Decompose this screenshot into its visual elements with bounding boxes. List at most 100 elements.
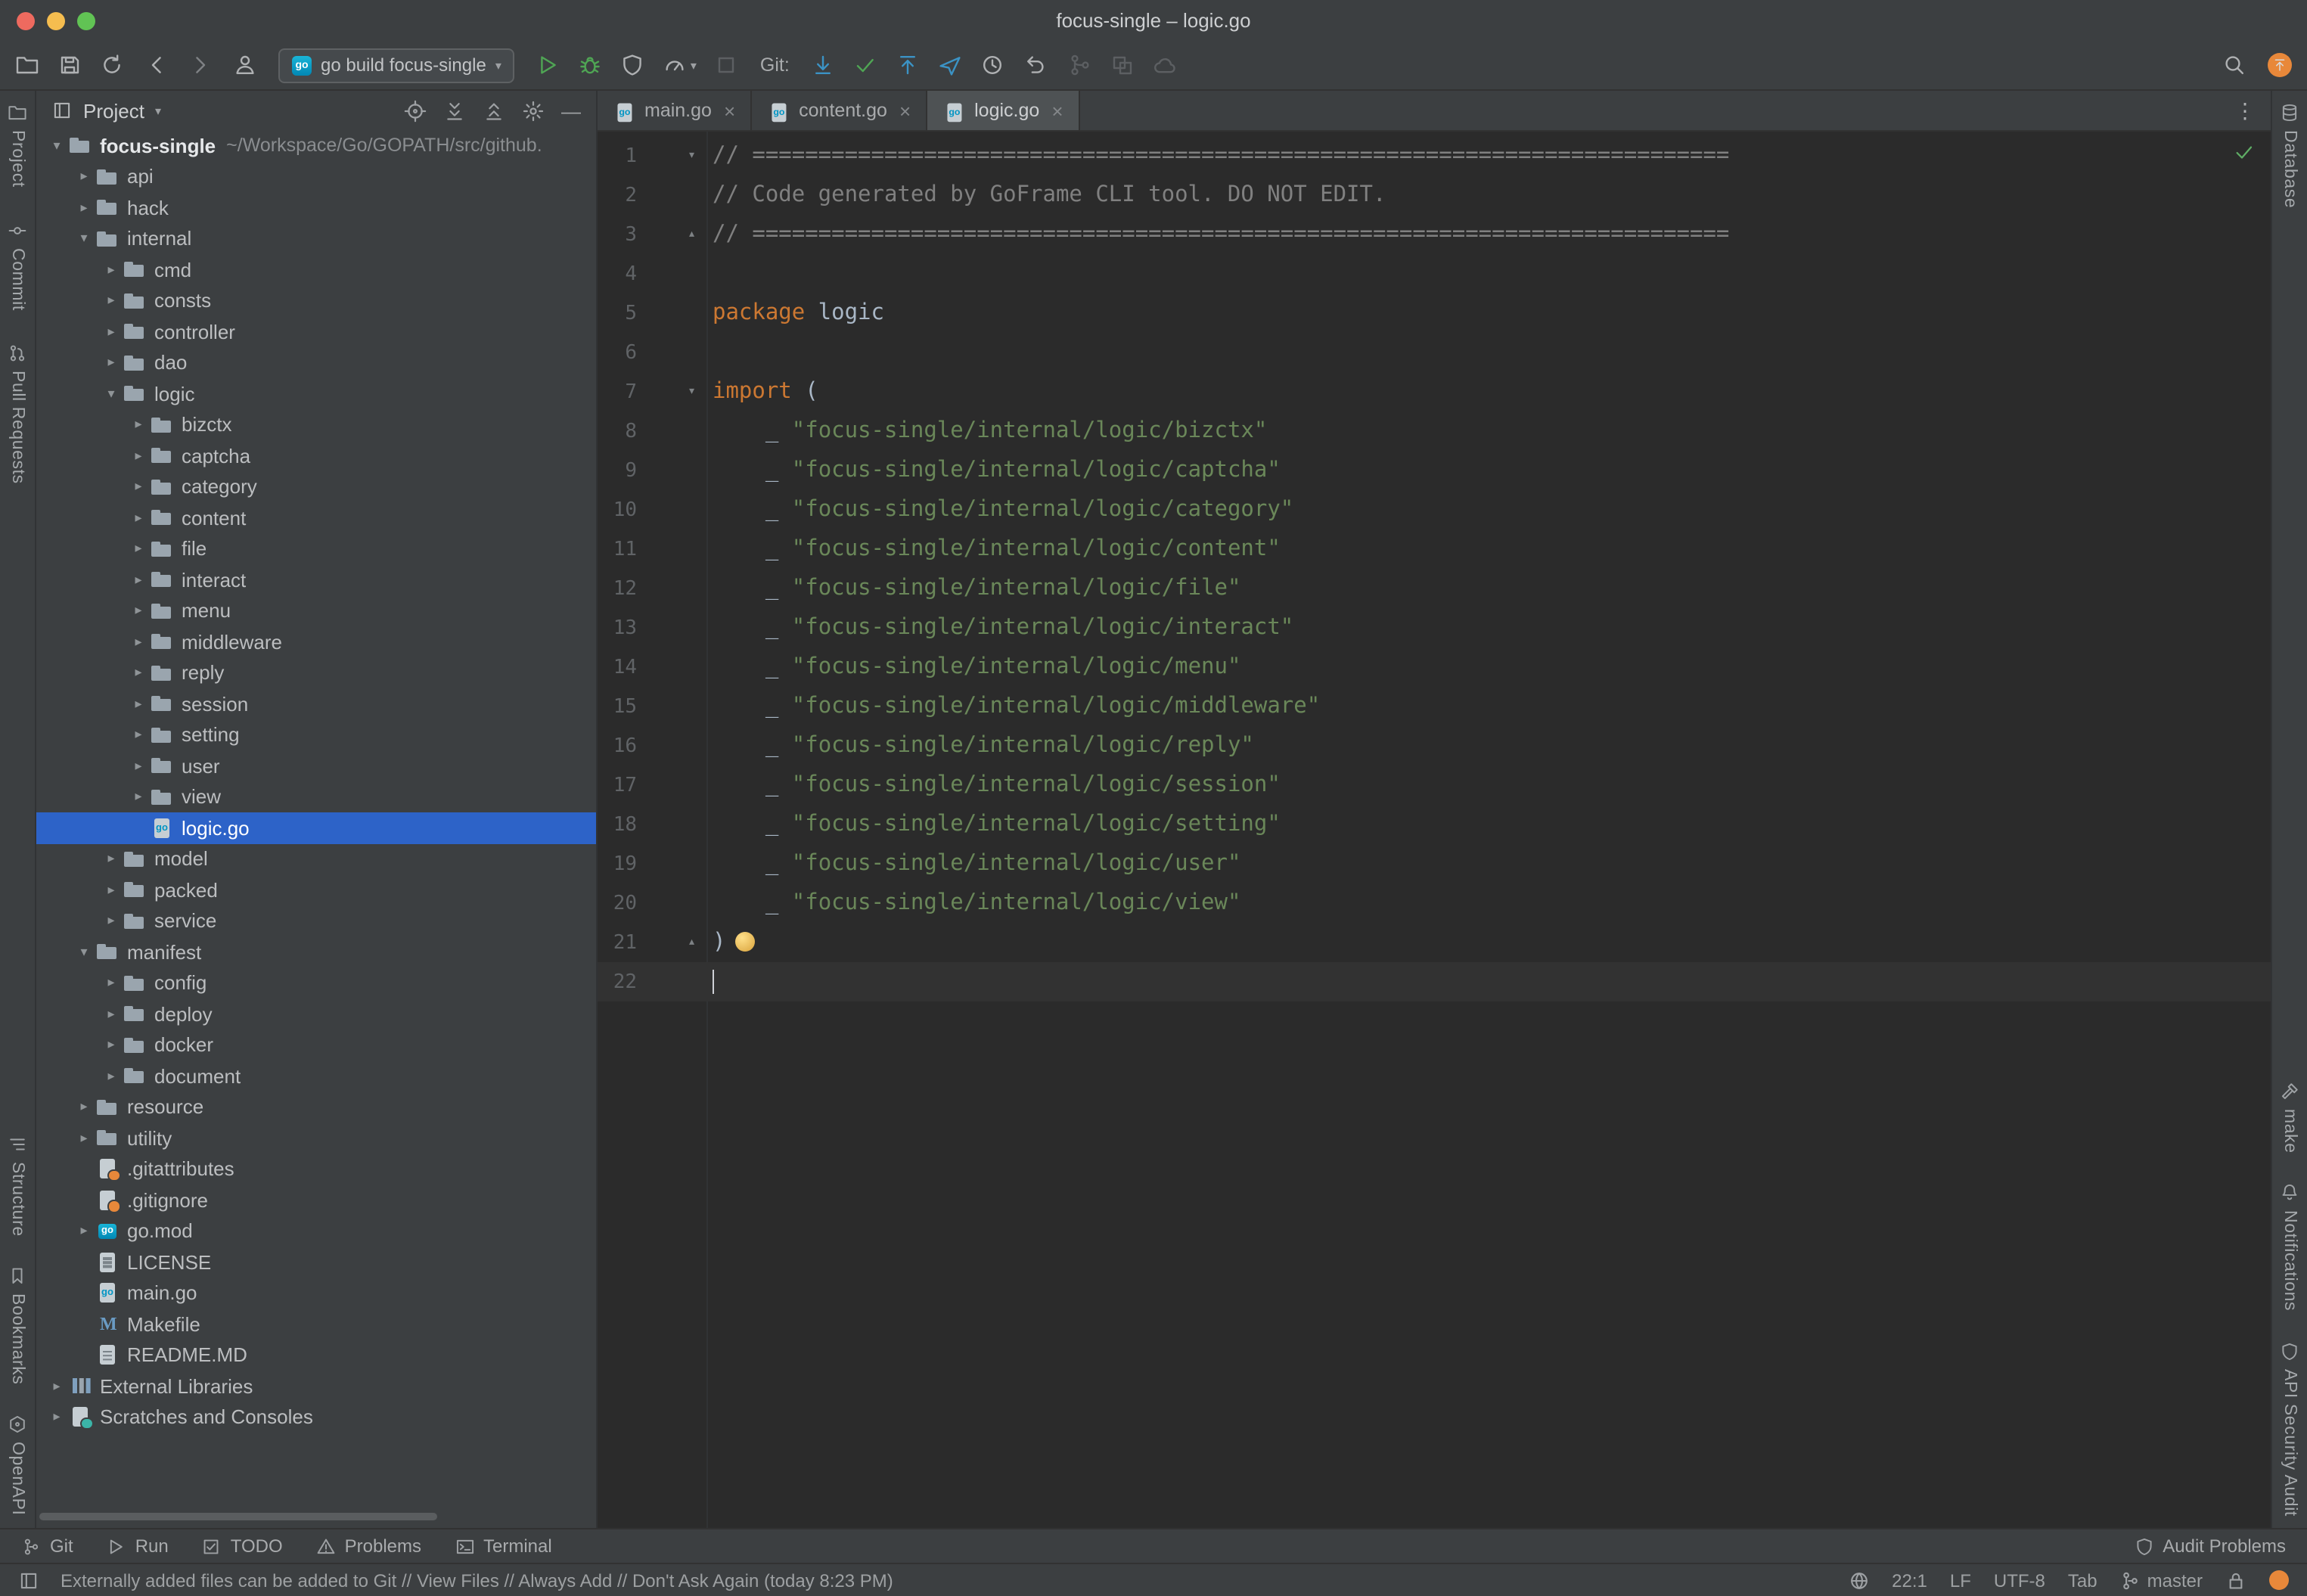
chevron-right-icon[interactable]: ▸ [127,603,150,619]
save-all-icon[interactable] [57,53,82,77]
tree-row[interactable]: ▸category [36,471,596,502]
code-line[interactable]: 15 _ "focus-single/internal/logic/middle… [598,687,2271,726]
toolwindow-button-bookmarks[interactable]: Bookmarks [8,1266,27,1384]
chevron-right-icon[interactable]: ▸ [127,634,150,651]
chevron-right-icon[interactable]: ▸ [100,851,123,868]
git-push-icon[interactable] [896,53,920,77]
tree-row[interactable]: ▾logic [36,378,596,409]
toolwindow-button-commit[interactable]: Commit [8,221,27,311]
tree-row[interactable]: ▸service [36,905,596,936]
chevron-right-icon[interactable]: ▸ [127,665,150,682]
tree-row[interactable]: logic.go [36,812,596,843]
chevron-right-icon[interactable]: ▸ [127,696,150,713]
run-with-coverage-icon[interactable] [621,53,645,77]
tree-row[interactable]: ▸consts [36,285,596,316]
tree-row[interactable]: ▸utility [36,1122,596,1154]
chevron-right-icon[interactable]: ▸ [100,1006,123,1023]
tree-row[interactable]: ▾focus-single~/Workspace/Go/GOPATH/src/g… [36,130,596,161]
update-available-icon[interactable] [2268,53,2292,77]
chevron-right-icon[interactable]: ▸ [73,169,95,185]
tree-row[interactable]: ▸docker [36,1029,596,1060]
status-message[interactable]: Externally added files can be added to G… [61,1570,893,1591]
tree-row[interactable]: ▸Scratches and Consoles [36,1402,596,1433]
tree-row[interactable]: .gitignore [36,1185,596,1216]
tree-row[interactable]: ▸view [36,781,596,812]
chevron-right-icon[interactable]: ▸ [100,913,123,930]
toolwindow-button-make[interactable]: make [2280,1081,2299,1153]
tree-row[interactable]: ▸file [36,533,596,564]
tree-row[interactable]: ▸api [36,161,596,192]
git-update-icon[interactable] [811,53,835,77]
fold-marker-icon[interactable]: ▴ [637,227,706,242]
code-line[interactable]: 7▾import ( [598,372,2271,411]
code-line[interactable]: 22 [598,962,2271,1001]
toolwindow-button-notifications[interactable]: Notifications [2280,1183,2299,1311]
tab-logic-go[interactable]: logic.go × [927,91,1079,130]
network-status-icon[interactable] [1848,1570,1869,1591]
chevron-down-icon[interactable]: ▾ [73,944,95,961]
code-line[interactable]: 17 _ "focus-single/internal/logic/sessio… [598,765,2271,805]
chevron-right-icon[interactable]: ▸ [100,882,123,899]
toolwindow-button-structure[interactable]: Structure [8,1134,27,1236]
chevron-right-icon[interactable]: ▸ [45,1409,68,1426]
chevron-right-icon[interactable]: ▸ [73,1130,95,1147]
chevron-right-icon[interactable]: ▸ [100,355,123,371]
intention-bulb-icon[interactable] [734,932,754,952]
chevron-down-icon[interactable]: ▾ [73,231,95,247]
tree-row[interactable]: ▾manifest [36,936,596,967]
tree-row[interactable]: ▸External Libraries [36,1371,596,1402]
tree-row[interactable]: ▸dao [36,347,596,378]
code-line[interactable]: 12 _ "focus-single/internal/logic/file" [598,569,2271,608]
chevron-right-icon[interactable]: ▸ [127,758,150,775]
run-button-icon[interactable] [536,53,560,77]
close-tab-icon[interactable]: × [1051,99,1063,122]
hide-panel-icon[interactable]: — [561,101,581,120]
tree-row[interactable]: ▸session [36,688,596,719]
rollback-icon[interactable] [1023,53,1047,77]
tree-row[interactable]: README.MD [36,1340,596,1371]
toolwindow-button-api-security-audit[interactable]: API Security Audit [2280,1341,2299,1516]
locate-file-icon[interactable] [404,99,427,122]
tree-row[interactable]: main.go [36,1278,596,1309]
tree-row[interactable]: ▸middleware [36,626,596,657]
chevron-right-icon[interactable]: ▸ [127,572,150,588]
chevron-right-icon[interactable]: ▸ [73,1223,95,1240]
chevron-right-icon[interactable]: ▸ [100,324,123,340]
toolwindow-button-project[interactable]: Project [8,103,27,188]
search-everyw-icon[interactable] [2222,53,2246,77]
tree-row[interactable]: ▸reply [36,657,596,688]
notification-badge-icon[interactable] [2269,1570,2289,1590]
code-line[interactable]: 20 _ "focus-single/internal/logic/view" [598,883,2271,923]
tree-row[interactable]: ▸content [36,502,596,533]
tree-row[interactable]: LICENSE [36,1247,596,1278]
tree-row[interactable]: ▾internal [36,223,596,254]
toolwindow-button-database[interactable]: Database [2280,103,2299,208]
tree-row[interactable]: ▸cmd [36,254,596,285]
tree-row[interactable]: ▸resource [36,1091,596,1122]
toolwindow-button-problems[interactable]: Problems [316,1535,421,1557]
tree-row[interactable]: ▸setting [36,719,596,750]
git-commit-icon[interactable] [853,53,877,77]
toolwindow-button-pull-requests[interactable]: Pull Requests [8,344,27,485]
chevron-right-icon[interactable]: ▸ [100,1037,123,1054]
open-folder-icon[interactable] [15,53,39,77]
code-line[interactable]: 5package logic [598,293,2271,333]
toolwindow-button-terminal[interactable]: Terminal [455,1535,552,1557]
tree-row[interactable]: ▸bizctx [36,409,596,440]
tree-row[interactable]: .gitattributes [36,1154,596,1185]
code-line[interactable]: 1▾// ===================================… [598,136,2271,175]
chevron-down-icon[interactable]: ▾ [155,104,161,117]
git-branch-widget[interactable]: master [2120,1570,2203,1591]
tree-row[interactable]: ▸interact [36,564,596,595]
chevron-right-icon[interactable]: ▸ [45,1378,68,1395]
toolwindow-button-git[interactable]: Git [21,1535,73,1557]
code-line[interactable]: 10 _ "focus-single/internal/logic/catego… [598,490,2271,529]
code-line[interactable]: 11 _ "focus-single/internal/logic/conten… [598,529,2271,569]
chevron-right-icon[interactable]: ▸ [127,479,150,495]
chevron-right-icon[interactable]: ▸ [100,262,123,278]
tree-row[interactable]: ▸document [36,1060,596,1091]
chevron-right-icon[interactable]: ▸ [127,448,150,464]
tree-row[interactable]: ▸config [36,967,596,998]
toolwindow-button-audit-problems[interactable]: Audit Problems [2134,1535,2286,1557]
caret-position[interactable]: 22:1 [1892,1570,1927,1591]
